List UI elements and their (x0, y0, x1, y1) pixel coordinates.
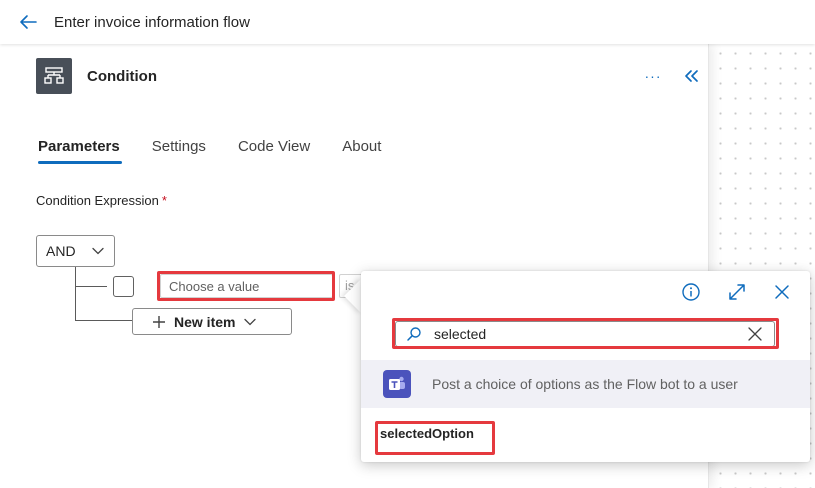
choose-value-input[interactable] (160, 274, 333, 298)
condition-icon (36, 58, 72, 94)
row-select-checkbox[interactable] (113, 276, 134, 297)
tab-about[interactable]: About (342, 138, 381, 164)
new-item-label: New item (174, 313, 236, 330)
back-button[interactable] (8, 2, 48, 42)
chevron-down-icon (92, 247, 104, 255)
tab-parameters[interactable]: Parameters (38, 138, 122, 164)
dynamic-content-popover: Post a choice of options as the Flow bot… (361, 271, 810, 462)
new-item-button[interactable]: New item (132, 308, 292, 335)
required-mark: * (161, 193, 167, 208)
tab-list: Parameters Settings Code View About (38, 138, 413, 164)
expand-icon[interactable] (725, 280, 749, 304)
collapse-panel-button[interactable] (680, 64, 702, 88)
tab-code-view[interactable]: Code View (238, 138, 310, 164)
close-icon[interactable] (770, 280, 794, 304)
dynamic-content-search[interactable] (395, 321, 775, 347)
teams-icon (383, 370, 411, 398)
group-operator-dropdown[interactable]: AND (36, 235, 115, 267)
more-options-button[interactable]: ··· (641, 64, 665, 88)
plus-icon (152, 315, 166, 329)
clear-search-icon[interactable] (747, 326, 763, 342)
condition-expression-label: Condition Expression * (36, 193, 167, 208)
group-operator-value: AND (46, 243, 76, 259)
chevron-down-icon (243, 315, 257, 329)
action-title: Condition (87, 67, 157, 85)
flow-title: Enter invoice information flow (54, 13, 250, 31)
top-bar: Enter invoice information flow (0, 0, 815, 44)
tab-settings[interactable]: Settings (152, 138, 206, 164)
search-icon (406, 326, 422, 342)
connector-suggestion[interactable]: Post a choice of options as the Flow bot… (361, 360, 810, 408)
condition-expression-text: Condition Expression (36, 193, 159, 208)
arrow-left-icon (20, 15, 37, 29)
tree-connector (75, 286, 107, 287)
info-icon[interactable] (679, 280, 703, 304)
double-chevron-left-icon (685, 70, 698, 82)
tree-connector (75, 267, 76, 321)
tree-connector (75, 320, 132, 321)
dynamic-content-result[interactable]: selectedOption (380, 426, 474, 441)
suggestion-label: Post a choice of options as the Flow bot… (432, 376, 738, 392)
action-header: Condition (36, 58, 157, 94)
search-input[interactable] (434, 326, 724, 342)
